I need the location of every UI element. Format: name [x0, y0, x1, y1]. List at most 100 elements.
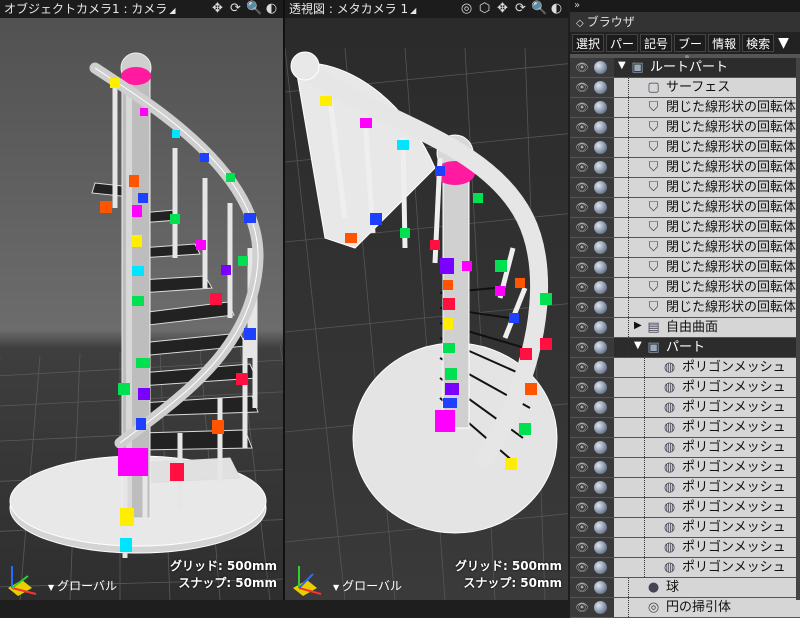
tree-row[interactable]: 👁 ⛉ 閉じた線形状の回転体 [570, 278, 800, 298]
tab-select[interactable]: 選択 [572, 34, 605, 52]
tree-row[interactable]: 👁 ⛉ 閉じた線形状の回転体 [570, 98, 800, 118]
tree-row[interactable]: 👁 ◍ ポリゴンメッシュ [570, 538, 800, 558]
tree-row[interactable]: 👁 ▶ ▤ 自由曲面 [570, 318, 800, 338]
tree-row[interactable]: 👁 ⛉ 閉じた線形状の回転体 [570, 258, 800, 278]
rotate-icon[interactable]: ⟳ [228, 1, 243, 16]
move-icon[interactable]: ✥ [495, 1, 510, 16]
display-icon[interactable]: ◐ [549, 1, 564, 16]
tree-row[interactable]: 👁 ⛉ 閉じた線形状の回転体 [570, 198, 800, 218]
rotate-icon[interactable]: ⟳ [513, 1, 528, 16]
visibility-eye-icon[interactable]: 👁 [575, 322, 589, 333]
visibility-eye-icon[interactable]: 👁 [575, 262, 589, 273]
tree-row[interactable]: 👁 ▢ サーフェス [570, 78, 800, 98]
visibility-eye-icon[interactable]: 👁 [575, 542, 589, 553]
display-icon[interactable]: ◐ [264, 1, 279, 16]
lock-ball-icon[interactable] [594, 241, 607, 254]
visibility-eye-icon[interactable]: 👁 [575, 402, 589, 413]
lock-ball-icon[interactable] [594, 81, 607, 94]
lock-ball-icon[interactable] [594, 261, 607, 274]
lock-ball-icon[interactable] [594, 581, 607, 594]
tab-info[interactable]: 情報 [708, 34, 741, 52]
lock-ball-icon[interactable] [594, 181, 607, 194]
visibility-eye-icon[interactable]: 👁 [575, 582, 589, 593]
panel-collapse-button[interactable]: » [570, 0, 800, 12]
viewport-move-icon[interactable]: ✥ [210, 1, 225, 16]
tree-row[interactable]: 👁 ⛉ 閉じた線形状の回転体 [570, 118, 800, 138]
visibility-eye-icon[interactable]: 👁 [575, 602, 589, 613]
lock-ball-icon[interactable] [594, 321, 607, 334]
axis-gizmo-icon[interactable] [2, 558, 42, 598]
tree-row[interactable]: 👁 ◍ ポリゴンメッシュ [570, 358, 800, 378]
tree-row[interactable]: 👁 ◍ ポリゴンメッシュ [570, 378, 800, 398]
viewport-scene[interactable] [285, 18, 568, 600]
viewport-title[interactable]: 透視図 : メタカメラ 1 ◢ [289, 0, 416, 20]
visibility-eye-icon[interactable]: 👁 [575, 182, 589, 193]
cube-icon[interactable]: ⬡ [477, 1, 492, 16]
visibility-eye-icon[interactable]: 👁 [575, 102, 589, 113]
lock-ball-icon[interactable] [594, 381, 607, 394]
visibility-eye-icon[interactable]: 👁 [575, 202, 589, 213]
lock-ball-icon[interactable] [594, 101, 607, 114]
tree-row[interactable]: 👁 ◍ ポリゴンメッシュ [570, 458, 800, 478]
zoom-icon[interactable]: 🔍 [246, 1, 262, 16]
visibility-eye-icon[interactable]: 👁 [575, 302, 589, 313]
visibility-eye-icon[interactable]: 👁 [575, 382, 589, 393]
lock-ball-icon[interactable] [594, 601, 607, 614]
visibility-eye-icon[interactable]: 👁 [575, 502, 589, 513]
lock-ball-icon[interactable] [594, 521, 607, 534]
tree-row[interactable]: 👁 ⛉ 閉じた線形状の回転体 [570, 298, 800, 318]
tree-row[interactable]: 👁 ◍ ポリゴンメッシュ [570, 518, 800, 538]
axis-gizmo-icon[interactable] [287, 558, 327, 598]
lock-ball-icon[interactable] [594, 341, 607, 354]
lock-ball-icon[interactable] [594, 161, 607, 174]
visibility-eye-icon[interactable]: 👁 [575, 482, 589, 493]
tree-row[interactable]: 👁 ● 球 [570, 578, 800, 598]
lock-ball-icon[interactable] [594, 401, 607, 414]
tabs-overflow-icon[interactable]: ▼ [778, 35, 789, 51]
collapse-triangle-icon[interactable]: ▼ [634, 340, 642, 351]
viewport-scene[interactable] [0, 18, 283, 600]
tree-row[interactable]: 👁 ▼ ▣ ルートパート [570, 58, 800, 78]
lock-ball-icon[interactable] [594, 141, 607, 154]
visibility-eye-icon[interactable]: 👁 [575, 282, 589, 293]
visibility-eye-icon[interactable]: 👁 [575, 362, 589, 373]
tab-search[interactable]: 検索 [742, 34, 775, 52]
lock-ball-icon[interactable] [594, 541, 607, 554]
visibility-eye-icon[interactable]: 👁 [575, 422, 589, 433]
visibility-eye-icon[interactable]: 👁 [575, 162, 589, 173]
panel-toggle-icon[interactable]: ◇ [576, 18, 584, 29]
lock-ball-icon[interactable] [594, 221, 607, 234]
coordinate-system-menu[interactable]: ▼ グローバル [333, 577, 402, 594]
object-camera-viewport[interactable]: オブジェクトカメラ1 : カメラ ◢ ✥ ⟳ 🔍 ◐ ▼ グローバル グリッド:… [0, 0, 283, 600]
visibility-eye-icon[interactable]: 👁 [575, 562, 589, 573]
zoom-icon[interactable]: 🔍 [531, 1, 547, 16]
tree-row[interactable]: 👁 ◍ ポリゴンメッシュ [570, 558, 800, 578]
viewport-title[interactable]: オブジェクトカメラ1 : カメラ ◢ [4, 0, 175, 20]
lock-ball-icon[interactable] [594, 421, 607, 434]
tab-symbols[interactable]: 記号 [640, 34, 673, 52]
lock-ball-icon[interactable] [594, 61, 607, 74]
tree-row[interactable]: 👁 ◍ ポリゴンメッシュ [570, 478, 800, 498]
tree-row[interactable]: 👁 ⛉ 閉じた線形状の回転体 [570, 178, 800, 198]
target-icon[interactable]: ◎ [459, 1, 474, 16]
lock-ball-icon[interactable] [594, 441, 607, 454]
tree-row[interactable]: 👁 ▼ ▣ パート [570, 338, 800, 358]
tree-row[interactable]: 👁 ◍ ポリゴンメッシュ [570, 498, 800, 518]
visibility-eye-icon[interactable]: 👁 [575, 82, 589, 93]
lock-ball-icon[interactable] [594, 561, 607, 574]
tree-row[interactable]: 👁 ⛉ 閉じた線形状の回転体 [570, 138, 800, 158]
lock-ball-icon[interactable] [594, 201, 607, 214]
lock-ball-icon[interactable] [594, 361, 607, 374]
visibility-eye-icon[interactable]: 👁 [575, 342, 589, 353]
visibility-eye-icon[interactable]: 👁 [575, 522, 589, 533]
lock-ball-icon[interactable] [594, 281, 607, 294]
expand-triangle-icon[interactable]: ▶ [634, 320, 642, 331]
tree-row[interactable]: 👁 ⛉ 閉じた線形状の回転体 [570, 218, 800, 238]
perspective-viewport[interactable]: 透視図 : メタカメラ 1 ◢ ◎ ⬡ ✥ ⟳ 🔍 ◐ ▼ グローバル グリッド… [285, 0, 568, 600]
lock-ball-icon[interactable] [594, 501, 607, 514]
tree-row[interactable]: 👁 ◍ ポリゴンメッシュ [570, 438, 800, 458]
tree-row[interactable]: 👁 ◍ ポリゴンメッシュ [570, 398, 800, 418]
visibility-eye-icon[interactable]: 👁 [575, 462, 589, 473]
lock-ball-icon[interactable] [594, 121, 607, 134]
collapse-triangle-icon[interactable]: ▼ [618, 60, 626, 71]
